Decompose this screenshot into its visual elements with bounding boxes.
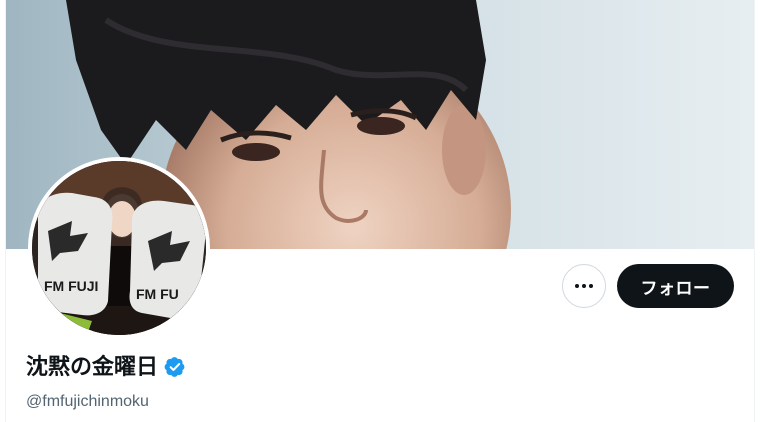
verified-badge-icon[interactable] — [164, 356, 186, 378]
more-options-button[interactable] — [562, 264, 606, 308]
display-name: 沈黙の金曜日 — [26, 354, 159, 379]
profile-card: FM FUJI FM FU フォロー 沈黙の金曜日 @fmfujichinmok… — [5, 0, 755, 422]
display-name-row: 沈黙の金曜日 — [26, 352, 186, 382]
more-horizontal-icon — [575, 284, 593, 288]
avatar-logo-text-right: FM FU — [136, 286, 179, 302]
avatar-logo-text-left: FM FUJI — [44, 278, 98, 294]
profile-handle: @fmfujichinmoku — [26, 393, 149, 410]
avatar-photo: FM FUJI FM FU — [32, 161, 206, 335]
follow-button[interactable]: フォロー — [617, 264, 734, 308]
profile-avatar[interactable]: FM FUJI FM FU — [28, 157, 210, 339]
